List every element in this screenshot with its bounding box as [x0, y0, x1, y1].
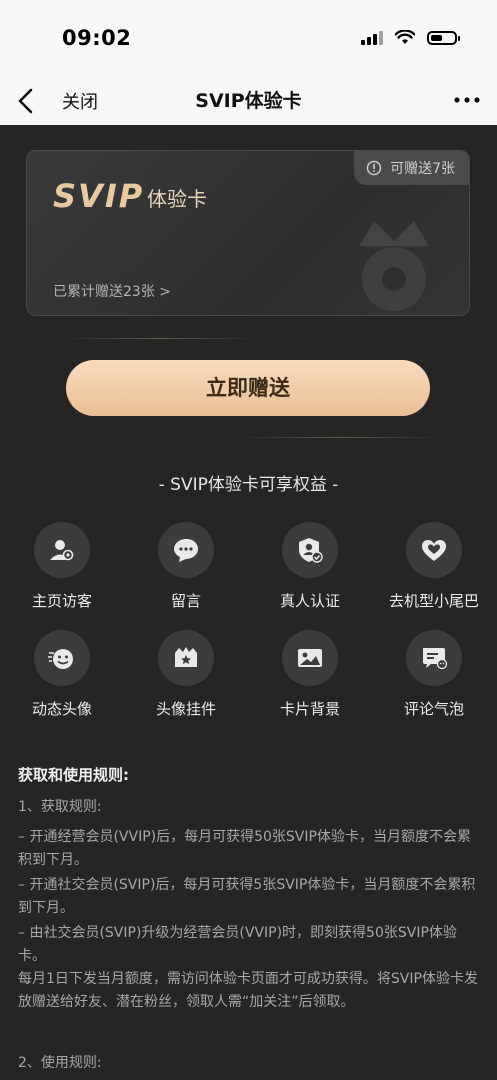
benefit-label: 头像挂件	[155, 700, 216, 718]
battery-icon	[427, 30, 460, 45]
status-icons	[361, 30, 460, 45]
divider-line	[60, 338, 260, 339]
card-background-icon	[298, 649, 322, 667]
signal-icon	[361, 30, 383, 45]
benefit-item[interactable]: 真人认证	[250, 522, 370, 611]
gift-now-button[interactable]: 立即赠送	[66, 360, 430, 416]
more-icon[interactable]	[451, 88, 483, 112]
message-icon	[174, 539, 198, 562]
status-time: 09:02	[62, 26, 132, 50]
benefit-item[interactable]: 卡片背景	[250, 630, 370, 719]
status-bar: 09:02	[0, 0, 497, 80]
benefit-label: 评论气泡	[403, 700, 464, 718]
rules-text: – 开通经营会员(VVIP)后，每月可获得50张SVIP体验卡，当月额度不会累积…	[18, 829, 471, 868]
benefit-item[interactable]: 动态头像	[2, 630, 122, 719]
rules-section-heading: 1、获取规则:	[18, 799, 102, 815]
wifi-icon	[395, 30, 415, 44]
back-chevron-icon[interactable]	[12, 86, 42, 116]
benefit-label: 卡片背景	[279, 700, 340, 718]
benefit-label: 主页访客	[31, 592, 92, 610]
visitor-icon	[50, 540, 74, 561]
close-button[interactable]: 关闭	[62, 88, 98, 114]
nav-bar: 关闭 SVIP体验卡	[0, 80, 497, 125]
benefit-label: 去机型小尾巴	[388, 592, 479, 610]
rules-text: – 开通社交会员(SVIP)后，每月可获得5张SVIP体验卡，当月额度不会累积到…	[18, 877, 476, 916]
crown-watermark-icon	[359, 221, 429, 311]
benefit-item[interactable]: 主页访客	[2, 522, 122, 611]
rules-text: – 由社交会员(SVIP)升级为经营会员(VVIP)时，即刻获得50张SVIP体…	[18, 925, 457, 964]
accumulated-link[interactable]: 已累计赠送23张 >	[53, 281, 171, 301]
benefit-item[interactable]: 头像挂件	[126, 630, 246, 719]
rules-section-heading: 2、使用规则:	[18, 1055, 102, 1071]
dynamic-avatar-icon	[48, 649, 73, 669]
benefit-label: 留言	[170, 592, 201, 610]
svip-logo: SVIP	[53, 177, 145, 215]
card-kind: 体验卡	[147, 187, 207, 211]
verify-icon	[299, 538, 323, 563]
avatar-pendant-icon	[175, 647, 197, 667]
rules-text: 每月1日下发当月额度，需访问体验卡页面才可成功获得。将SVIP体验卡发放赠送给好…	[18, 971, 478, 1010]
benefit-item[interactable]: 评论气泡	[374, 630, 494, 719]
info-icon	[366, 160, 382, 176]
benefits-title: - SVIP体验卡可享权益 -	[158, 475, 339, 495]
svip-card: 可赠送7张 SVIP 体验卡 已累计赠送23张 >	[26, 150, 470, 316]
rules-title: 获取和使用规则:	[18, 766, 129, 784]
divider-line	[240, 437, 440, 438]
remaining-count: 可赠送7张	[390, 161, 455, 177]
benefit-item[interactable]: 去机型小尾巴	[374, 522, 494, 611]
benefit-item[interactable]: 留言	[126, 522, 246, 611]
benefit-label: 动态头像	[31, 700, 92, 718]
benefit-label: 真人认证	[279, 592, 340, 610]
heart-tail-icon	[422, 540, 446, 561]
remaining-badge: 可赠送7张	[354, 151, 469, 185]
comment-bubble-icon	[423, 648, 448, 670]
